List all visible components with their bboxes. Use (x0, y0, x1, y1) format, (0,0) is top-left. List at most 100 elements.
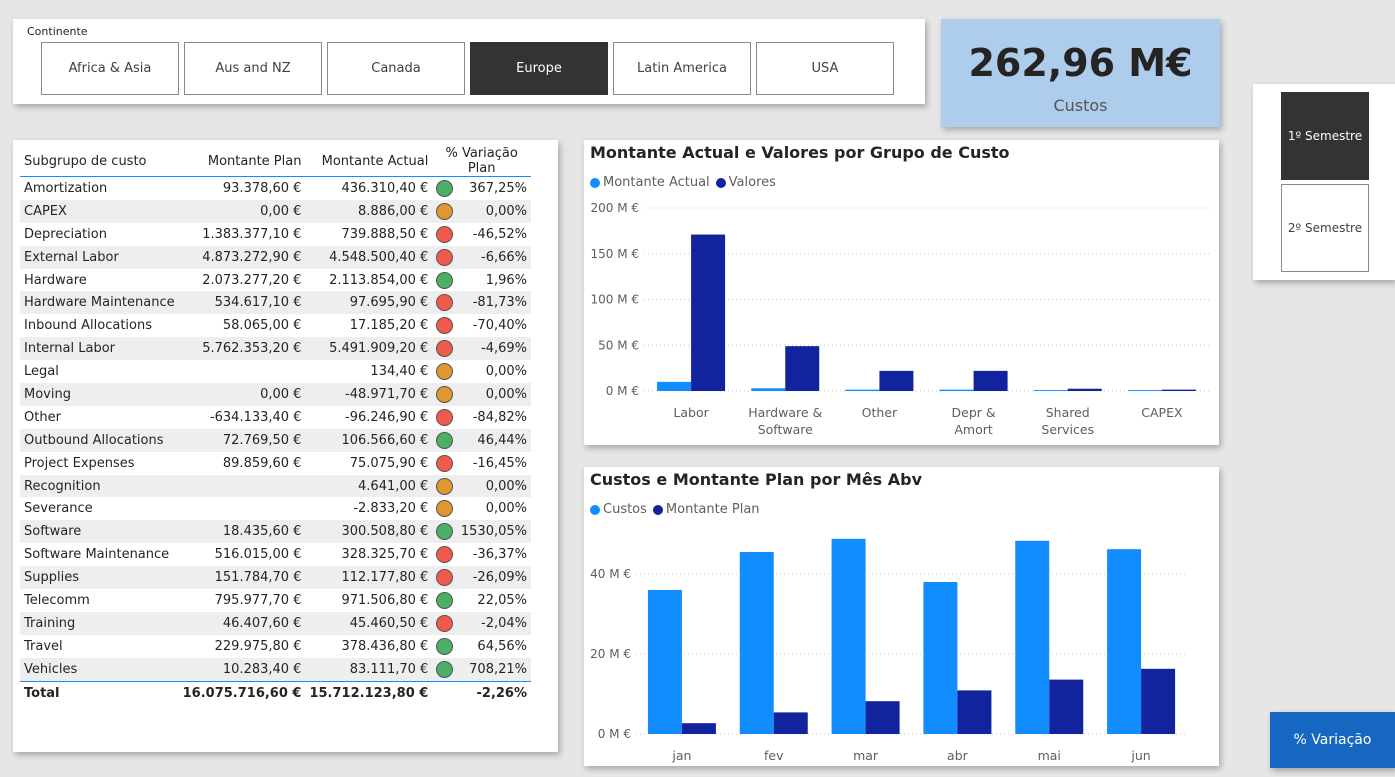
slicer-option-latin-america[interactable]: Latin America (613, 42, 751, 95)
status-orange-circle-icon (435, 477, 453, 495)
row-actual: 8.886,00 € (305, 199, 433, 223)
slicer-option-usa[interactable]: USA (756, 42, 894, 95)
table-row[interactable]: Legal 134,40 € 0,00% (20, 360, 531, 383)
bar-montante-plan (773, 712, 808, 734)
row-status-cell (432, 428, 457, 452)
table-row[interactable]: Travel 229.975,80 € 378.436,80 € 64,56% (20, 635, 531, 658)
bar-custos (1107, 549, 1142, 734)
table-row[interactable]: Software Maintenance 516.015,00 € 328.325,… (20, 543, 531, 566)
row-subgroup: Moving (20, 383, 179, 406)
legend-label: Montante Actual (603, 175, 710, 190)
table-row[interactable]: Recognition 4.641,00 € 0,00% (20, 474, 531, 498)
table-row[interactable]: CAPEX 0,00 €8.886,00 € 0,00% (20, 199, 531, 223)
row-actual: 971.506,80 € (341, 592, 429, 608)
x-tick-label: Other (862, 405, 898, 420)
col-header-pct[interactable]: % Variação Plan (432, 146, 531, 177)
status-red-circle-icon (435, 454, 453, 472)
total-actual: 15.712.123,80 € (309, 686, 429, 702)
slicer-option-canada[interactable]: Canada (327, 42, 465, 95)
row-plan: 5.762.353,20 € (178, 337, 306, 361)
semester-option-2[interactable]: 2º Semestre (1281, 184, 1369, 272)
x-tick-label: Labor (673, 405, 709, 420)
table-row[interactable]: Hardware 2.073.277,20 € 2.113.854,00 € 1,96… (20, 269, 531, 292)
legend-item[interactable]: Custos (590, 502, 647, 517)
col-header-plan[interactable]: Montante Plan (179, 146, 306, 177)
status-orange-circle-icon (435, 363, 453, 381)
row-plan: 4.873.272,90 € (178, 245, 306, 269)
table-row[interactable]: Software 18.435,60 €300.508,80 € 1530,05% (20, 520, 531, 544)
slicer-option-africa-asia[interactable]: Africa & Asia (41, 42, 179, 95)
semester-slicer: 1º Semestre 2º Semestre (1253, 84, 1395, 280)
y-tick-label: 0 M € (606, 384, 639, 398)
kpi-value: 262,96 M€ (968, 41, 1193, 85)
y-tick-label: 20 M € (590, 647, 631, 661)
table-row[interactable]: Moving 0,00 € -48.971,70 € 0,00% (20, 383, 531, 406)
total-pct: -2,26% (476, 686, 528, 702)
row-status-cell (432, 383, 457, 406)
legend-swatch-icon (715, 177, 726, 188)
row-pct: 1,96% (485, 272, 527, 288)
row-pct: -46,52% (472, 226, 527, 242)
slicer-option-europe[interactable]: Europe (470, 42, 608, 95)
table-row[interactable]: Amortization 93.378,60 € 436.310,40 € 367,2… (20, 177, 531, 200)
table-row[interactable]: Other -634.133,40 € -96.246,90 € -84,82% (20, 406, 531, 429)
table-row[interactable]: Inbound Allocations 58.065,00 € 17.185,20 … (20, 314, 531, 337)
semester-option-1[interactable]: 1º Semestre (1281, 92, 1369, 180)
row-status-cell (432, 520, 457, 544)
table-row[interactable]: Hardware Maintenance 534.617,10 €97.695,9… (20, 291, 531, 315)
bar-custos (647, 590, 682, 734)
row-actual: 5.491.909,20 € (305, 337, 433, 361)
row-actual: -96.246,90 € (345, 409, 429, 425)
x-tick-label: Depr & (952, 405, 996, 420)
row-subgroup: Severance (24, 501, 93, 517)
col-header-subgroup[interactable]: Subgrupo de custo (20, 146, 179, 177)
bar-custos (739, 552, 774, 734)
row-status-cell (432, 497, 456, 520)
row-actual: -2.833,20 € (353, 501, 429, 517)
legend-label: Custos (603, 502, 647, 517)
table-row[interactable]: Internal Labor 5.762.353,20 €5.491.909,20… (20, 337, 531, 361)
row-status-cell (432, 406, 456, 429)
table-row[interactable]: Project Expenses 89.859,60 € 75.075,90 € -1… (20, 452, 531, 475)
x-tick-label: jun (1130, 748, 1150, 763)
x-tick-label: CAPEX (1141, 405, 1183, 420)
chart1-legend: Montante Actual Valores (590, 175, 776, 190)
row-pct: 46,44% (456, 428, 531, 452)
legend-item[interactable]: Valores (715, 175, 776, 190)
pct-variacao-button[interactable]: % Variação (1270, 712, 1395, 768)
total-label: Total (24, 686, 60, 702)
slicer-option-aus-nz[interactable]: Aus and NZ (184, 42, 322, 95)
row-subgroup: Project Expenses (24, 455, 135, 471)
bar-montante-actual (845, 389, 880, 391)
status-orange-circle-icon (435, 500, 453, 518)
row-plan: 795.977,70 € (214, 592, 302, 608)
table-total-row: Total 16.075.716,60 € 15.712.123,80 € -2… (20, 681, 531, 706)
table-row[interactable]: Depreciation 1.383.377,10 € 739.888,50 € -4… (20, 223, 531, 246)
row-pct: 0,00% (456, 383, 531, 406)
bar-montante-actual (1127, 390, 1162, 391)
row-plan: 229.975,80 € (214, 638, 302, 654)
table-row[interactable]: External Labor 4.873.272,90 €4.548.500,40… (20, 245, 531, 269)
table-row[interactable]: Training 46.407,60 €45.460,50 € -2,04% (20, 611, 531, 635)
row-status-cell (432, 291, 457, 315)
row-plan: 58.065,00 € (222, 318, 302, 334)
status-green-circle-icon (435, 523, 453, 541)
row-actual: 436.310,40 € (341, 180, 429, 196)
y-tick-label: 150 M € (590, 247, 639, 261)
bar-montante-plan (681, 723, 716, 734)
status-orange-circle-icon (435, 385, 453, 403)
table-row[interactable]: Vehicles 10.283,40 €83.111,70 € 708,21% (20, 657, 531, 682)
bar-valores (879, 370, 914, 391)
y-tick-label: 200 M € (590, 201, 639, 215)
table-row[interactable]: Telecomm 795.977,70 € 971.506,80 € 22,05% (20, 589, 531, 612)
row-subgroup: Inbound Allocations (24, 318, 153, 334)
table-row[interactable]: Supplies 151.784,70 €112.177,80 € -26,09% (20, 566, 531, 590)
chart2-legend: Custos Montante Plan (590, 502, 760, 517)
col-header-actual[interactable]: Montante Actual (305, 146, 432, 177)
row-pct: -84,82% (472, 409, 527, 425)
legend-item[interactable]: Montante Actual (590, 175, 710, 190)
table-row[interactable]: Severance -2.833,20 € 0,00% (20, 497, 531, 520)
table-row[interactable]: Outbound Allocations 72.769,50 €106.566,6… (20, 428, 531, 452)
row-plan: 18.435,60 € (178, 520, 306, 544)
legend-item[interactable]: Montante Plan (652, 502, 760, 517)
